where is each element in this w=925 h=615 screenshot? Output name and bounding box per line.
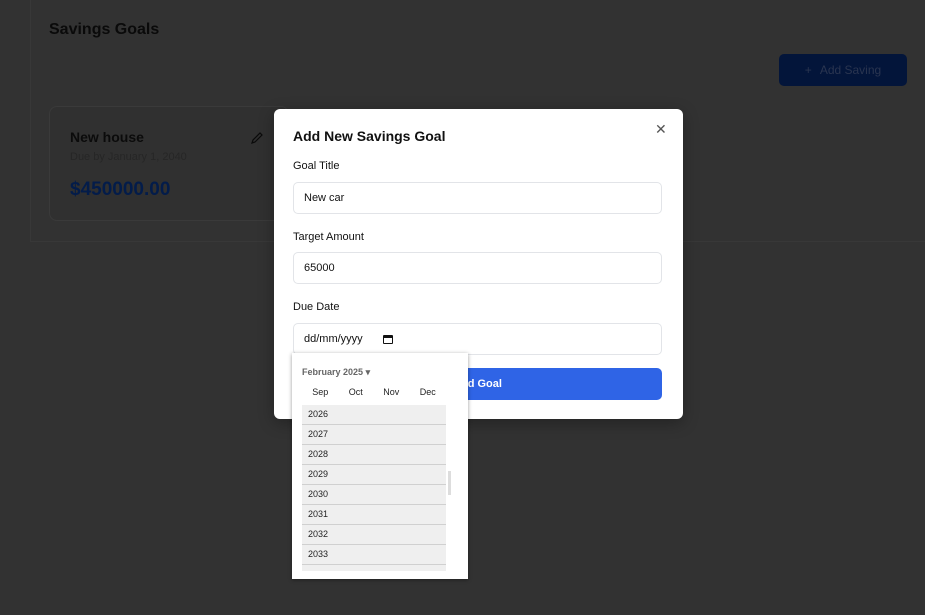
target-amount-label: Target Amount	[293, 231, 364, 243]
year-option[interactable]: 2028	[302, 445, 446, 465]
due-date-input[interactable]: dd/mm/yyyy	[293, 323, 662, 355]
year-option[interactable]	[302, 565, 446, 571]
due-date-label: Due Date	[293, 301, 339, 313]
goal-due: Due by January 1, 2040	[70, 151, 187, 163]
month-option[interactable]: Oct	[349, 387, 363, 397]
calendar-icon[interactable]	[383, 335, 393, 344]
add-saving-button[interactable]: +Add Saving	[779, 54, 907, 86]
caret-down-icon: ▾	[366, 367, 371, 377]
month-option[interactable]: Nov	[383, 387, 399, 397]
month-option[interactable]: Sep	[312, 387, 328, 397]
goal-card: New house Due by January 1, 2040 $450000…	[49, 106, 289, 221]
modal-title: Add New Savings Goal	[293, 128, 445, 144]
month-year-selector[interactable]: February 2025 ▾	[302, 367, 370, 378]
pencil-icon[interactable]	[250, 131, 264, 145]
plus-icon: +	[805, 63, 812, 77]
year-option[interactable]: 2033	[302, 545, 446, 565]
year-option[interactable]: 2026	[302, 405, 446, 425]
year-option[interactable]: 2030	[302, 485, 446, 505]
year-list[interactable]: 2026 2027 2028 2029 2030 2031 2032 2033	[302, 405, 446, 571]
goal-amount: $450000.00	[70, 179, 170, 201]
goal-title-input[interactable]: New car	[293, 182, 662, 214]
year-option[interactable]: 2032	[302, 525, 446, 545]
year-option[interactable]: 2031	[302, 505, 446, 525]
target-amount-input[interactable]: 65000	[293, 252, 662, 284]
close-icon[interactable]: ✕	[655, 121, 667, 138]
page-title: Savings Goals	[49, 21, 159, 39]
scrollbar[interactable]	[448, 471, 451, 495]
goal-title-label: Goal Title	[293, 160, 339, 172]
month-row: Sep Oct Nov Dec	[302, 387, 446, 397]
goal-name: New house	[70, 129, 144, 145]
year-option[interactable]: 2029	[302, 465, 446, 485]
date-picker-popup: February 2025 ▾ Sep Oct Nov Dec 2026 202…	[292, 353, 468, 579]
year-option[interactable]: 2027	[302, 425, 446, 445]
month-option[interactable]: Dec	[420, 387, 436, 397]
